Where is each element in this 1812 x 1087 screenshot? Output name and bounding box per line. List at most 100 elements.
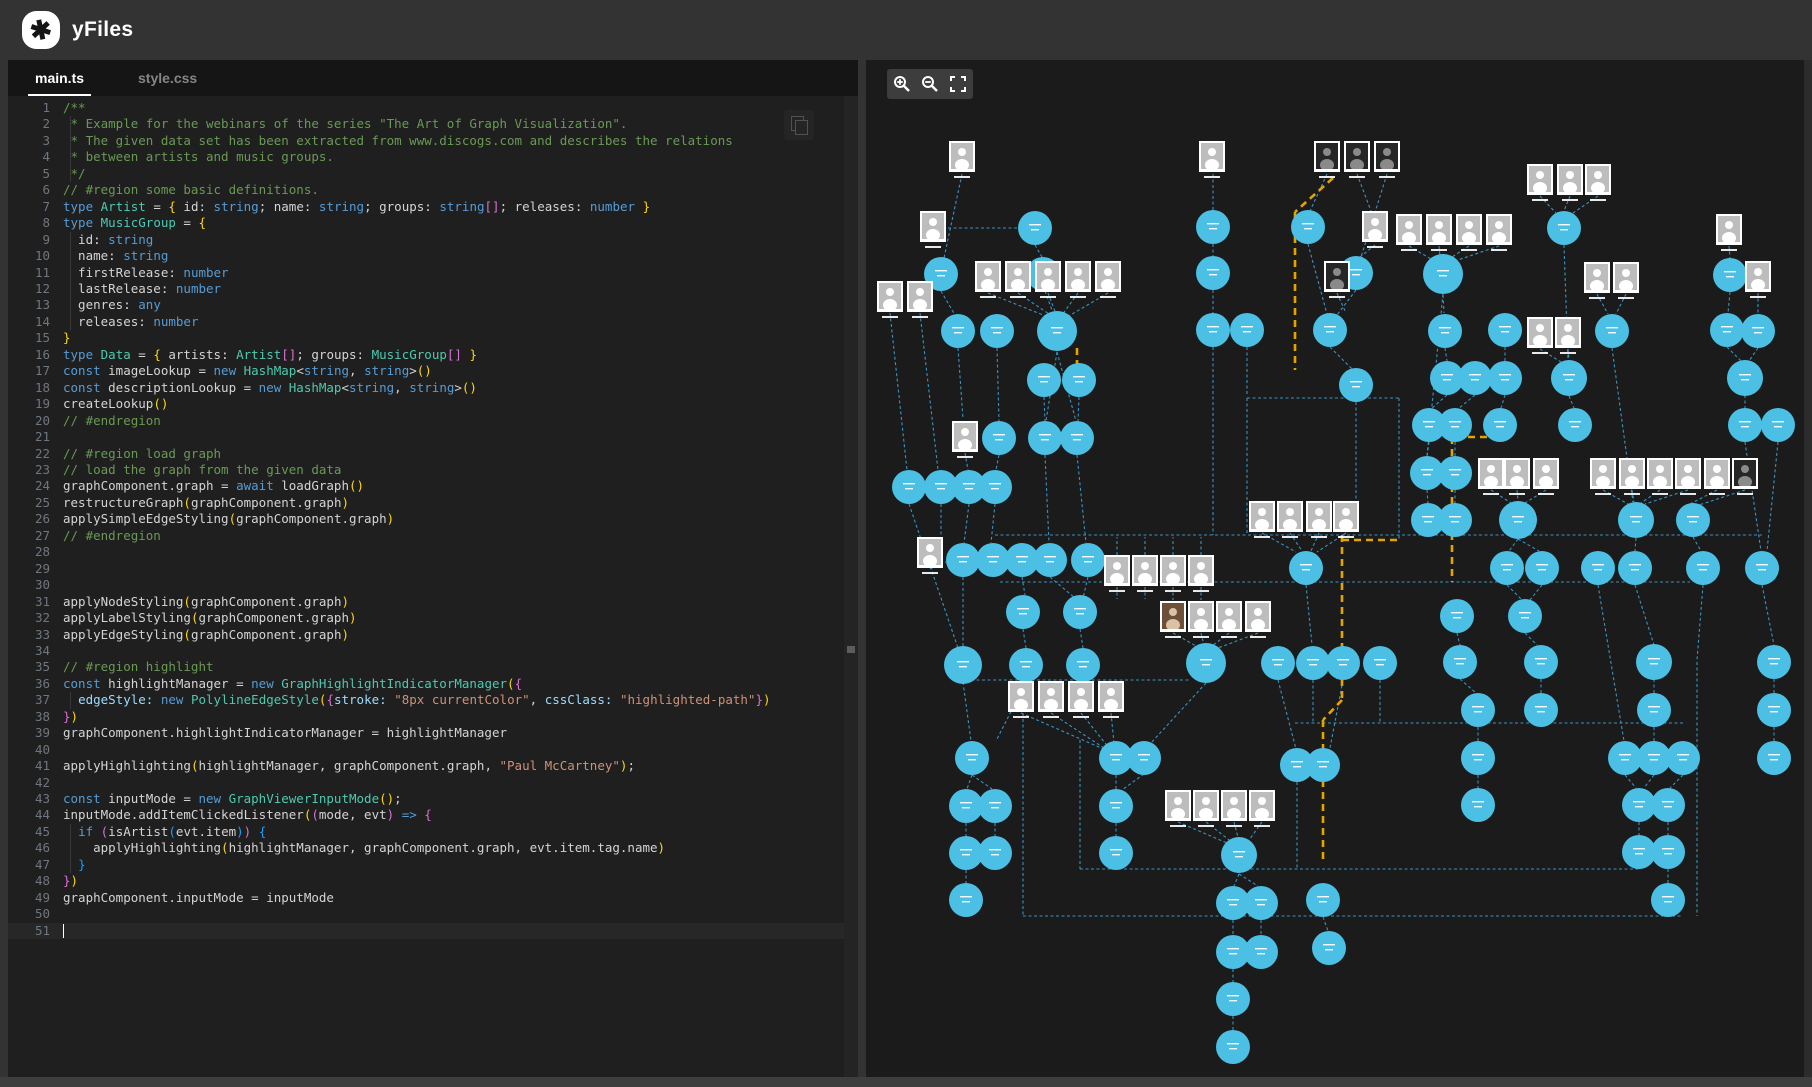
music-group-node[interactable]	[1581, 551, 1615, 585]
artist-node[interactable]	[1188, 601, 1214, 638]
tab-style-css[interactable]: style.css	[111, 60, 224, 96]
music-group-node[interactable]	[1488, 313, 1522, 347]
artist-node[interactable]	[1486, 214, 1512, 251]
music-group-node[interactable]	[1618, 551, 1652, 585]
music-group-node[interactable]	[1289, 551, 1323, 585]
music-group-node[interactable]	[949, 789, 983, 823]
music-group-node[interactable]	[1063, 595, 1097, 629]
music-group-node[interactable]	[1757, 693, 1791, 727]
artist-node[interactable]	[1527, 317, 1553, 354]
music-group-node[interactable]	[980, 314, 1014, 348]
artist-node[interactable]	[1619, 458, 1645, 495]
artist-node[interactable]	[1704, 458, 1730, 495]
music-group-node[interactable]	[1261, 646, 1295, 680]
music-group-node[interactable]	[944, 646, 982, 684]
artist-node[interactable]	[1533, 458, 1559, 495]
music-group-node[interactable]	[1313, 313, 1347, 347]
music-group-node[interactable]	[1551, 360, 1587, 396]
artist-node[interactable]	[1098, 681, 1124, 718]
artist-node[interactable]	[1160, 555, 1186, 592]
music-group-node[interactable]	[1637, 693, 1671, 727]
code-line[interactable]: 18const descriptionLookup = new HashMap<…	[8, 380, 844, 396]
artist-node[interactable]	[1199, 141, 1225, 178]
music-group-node[interactable]	[978, 836, 1012, 870]
artist-node[interactable]	[1716, 214, 1742, 251]
music-group-node[interactable]	[1196, 313, 1230, 347]
graph-viewer-panel[interactable]	[866, 60, 1804, 1077]
music-group-node[interactable]	[1686, 551, 1720, 585]
code-line[interactable]: 49graphComponent.inputMode = inputMode	[8, 890, 844, 906]
code-line[interactable]: 11 firstRelease: number	[8, 265, 844, 281]
artist-node[interactable]	[1249, 790, 1275, 827]
music-group-node[interactable]	[1216, 982, 1250, 1016]
code-line[interactable]: 41applyHighlighting(highlightManager, gr…	[8, 758, 844, 774]
artist-node[interactable]	[1277, 501, 1303, 538]
music-group-node[interactable]	[1727, 360, 1763, 396]
music-group-node[interactable]	[1595, 314, 1629, 348]
music-group-node[interactable]	[1196, 256, 1230, 290]
music-group-node[interactable]	[1490, 551, 1524, 585]
code-line[interactable]: 33applyEdgeStyling(graphComponent.graph)	[8, 627, 844, 643]
code-line[interactable]: 35// #region highlight	[8, 659, 844, 675]
artist-node[interactable]	[1745, 261, 1771, 298]
artist-node[interactable]	[1396, 214, 1422, 251]
music-group-node[interactable]	[949, 836, 983, 870]
artist-node[interactable]	[1104, 555, 1130, 592]
music-group-node[interactable]	[1438, 456, 1472, 490]
code-line[interactable]: 37 edgeStyle: new PolylineEdgeStyle({str…	[8, 692, 844, 708]
artist-node[interactable]	[1216, 601, 1242, 638]
artist-node[interactable]	[1374, 141, 1400, 178]
artist-node[interactable]	[1527, 164, 1553, 201]
music-group-node[interactable]	[941, 314, 975, 348]
code-line[interactable]: 47 }	[8, 857, 844, 873]
music-group-node[interactable]	[1440, 599, 1474, 633]
code-line[interactable]: 10 name: string	[8, 248, 844, 264]
code-line[interactable]: 38})	[8, 709, 844, 725]
code-line[interactable]: 1/**	[8, 100, 844, 116]
music-group-node[interactable]	[1622, 788, 1656, 822]
music-group-node[interactable]	[1028, 421, 1062, 455]
artist-node[interactable]	[1478, 458, 1504, 495]
music-group-node[interactable]	[1524, 645, 1558, 679]
scrollbar-thumb[interactable]	[847, 646, 855, 653]
music-group-node[interactable]	[1488, 361, 1522, 395]
artist-node[interactable]	[1306, 501, 1332, 538]
code-line[interactable]: 13 genres: any	[8, 297, 844, 313]
code-line[interactable]: 17const imageLookup = new HashMap<string…	[8, 363, 844, 379]
music-group-node[interactable]	[1009, 648, 1043, 682]
artist-node[interactable]	[1613, 262, 1639, 299]
code-line[interactable]: 34	[8, 643, 844, 659]
code-line[interactable]: 42	[8, 775, 844, 791]
artist-node[interactable]	[1188, 555, 1214, 592]
music-group-node[interactable]	[1651, 883, 1685, 917]
music-group-node[interactable]	[1062, 363, 1096, 397]
code-line[interactable]: 40	[8, 742, 844, 758]
code-line[interactable]: 43const inputMode = new GraphViewerInput…	[8, 791, 844, 807]
code-line[interactable]: 19createLookup()	[8, 396, 844, 412]
artist-node[interactable]	[1584, 262, 1610, 299]
code-line[interactable]: 48})	[8, 873, 844, 889]
music-group-node[interactable]	[1713, 258, 1747, 292]
artist-node[interactable]	[1314, 141, 1340, 178]
music-group-node[interactable]	[1296, 646, 1330, 680]
music-group-node[interactable]	[1757, 741, 1791, 775]
music-group-node[interactable]	[1508, 599, 1542, 633]
code-line[interactable]: 6// #region some basic definitions.	[8, 182, 844, 198]
artist-node[interactable]	[1095, 261, 1121, 298]
music-group-node[interactable]	[978, 470, 1012, 504]
artist-node[interactable]	[1732, 458, 1758, 495]
zoom-in-button[interactable]	[889, 71, 915, 97]
music-group-node[interactable]	[1423, 254, 1463, 294]
music-group-node[interactable]	[1757, 645, 1791, 679]
music-group-node[interactable]	[1458, 361, 1492, 395]
code-line[interactable]: 50	[8, 906, 844, 922]
music-group-node[interactable]	[1033, 543, 1067, 577]
artist-node[interactable]	[1426, 214, 1452, 251]
artist-node[interactable]	[1333, 501, 1359, 538]
music-group-node[interactable]	[1741, 314, 1775, 348]
artist-node[interactable]	[949, 141, 975, 178]
music-group-node[interactable]	[1666, 741, 1700, 775]
code-line[interactable]: 39graphComponent.highlightIndicatorManag…	[8, 725, 844, 741]
code-line[interactable]: 25restructureGraph(graphComponent.graph)	[8, 495, 844, 511]
artist-node[interactable]	[1585, 164, 1611, 201]
